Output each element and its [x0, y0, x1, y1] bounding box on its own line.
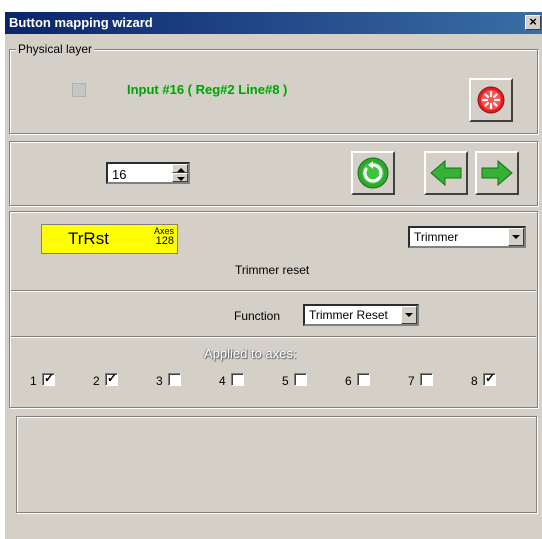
- axis-checkbox-5[interactable]: 5: [282, 373, 312, 389]
- checkbox[interactable]: [231, 373, 244, 386]
- axis-number-label: 7: [408, 374, 415, 388]
- wizard-window: Button mapping wizard × Physical layer I…: [5, 12, 542, 539]
- chevron-down-icon[interactable]: [508, 228, 524, 246]
- checkbox[interactable]: [42, 371, 55, 386]
- axis-checkbox-2[interactable]: 2: [93, 371, 123, 389]
- chevron-down-icon[interactable]: [401, 306, 417, 324]
- axis-number-label: 8: [471, 374, 478, 388]
- spinner-down-button[interactable]: [172, 173, 188, 182]
- axis-checkbox-6[interactable]: 6: [345, 373, 375, 389]
- axis-number-label: 6: [345, 374, 352, 388]
- type-select[interactable]: Trimmer: [408, 226, 526, 248]
- axis-number-label: 4: [219, 374, 226, 388]
- axis-number-label: 3: [156, 374, 163, 388]
- axis-checkbox-4[interactable]: 4: [219, 373, 249, 389]
- next-button[interactable]: [475, 151, 519, 195]
- red-burst-icon: [477, 86, 505, 114]
- green-right-arrow-icon: [481, 159, 513, 187]
- previous-button[interactable]: [424, 151, 468, 195]
- checkbox[interactable]: [168, 373, 181, 386]
- section-divider: [11, 290, 536, 292]
- axis-number-label: 5: [282, 374, 289, 388]
- title-bar[interactable]: Button mapping wizard ×: [5, 12, 542, 34]
- green-refresh-icon: [357, 157, 389, 189]
- axis-number-label: 1: [30, 374, 37, 388]
- applied-axes-label: Applied to axes:: [204, 346, 297, 361]
- function-select-value: Trimmer Reset: [309, 308, 388, 322]
- checkbox[interactable]: [483, 371, 496, 386]
- function-label: Function: [234, 309, 281, 323]
- refresh-button[interactable]: [351, 151, 395, 195]
- input-state-indicator: [72, 83, 86, 97]
- window-title: Button mapping wizard: [9, 15, 153, 30]
- spinner-up-button[interactable]: [172, 164, 188, 173]
- close-button[interactable]: ×: [525, 15, 541, 30]
- checkbox[interactable]: [357, 373, 370, 386]
- mapping-panel: TrRst Axes 128 Trimmer Trimmer reset Fun…: [9, 211, 538, 408]
- navigation-panel: 16: [9, 141, 538, 206]
- physical-layer-legend: Physical layer: [16, 42, 95, 56]
- button-tag: TrRst Axes 128: [41, 224, 178, 254]
- function-select[interactable]: Trimmer Reset: [303, 304, 419, 326]
- axis-number-label: 2: [93, 374, 100, 388]
- physical-layer-group: Physical layer Input #16 ( Reg#2 Line#8 …: [9, 42, 538, 134]
- section-divider: [11, 336, 536, 338]
- close-icon: ×: [529, 14, 537, 29]
- spinner-value: 16: [112, 167, 127, 182]
- input-info-text: Input #16 ( Reg#2 Line#8 ): [127, 82, 288, 97]
- input-number-spinner[interactable]: 16: [106, 162, 190, 184]
- checkbox[interactable]: [420, 373, 433, 386]
- status-panel: [16, 416, 537, 513]
- reset-input-button[interactable]: [469, 78, 513, 122]
- tag-text: TrRst: [68, 229, 109, 248]
- tag-axes-value: 128: [155, 235, 174, 247]
- mapping-description: Trimmer reset: [235, 263, 310, 277]
- axis-checkbox-7[interactable]: 7: [408, 373, 438, 389]
- checkbox[interactable]: [294, 373, 307, 386]
- axis-checkbox-3[interactable]: 3: [156, 373, 186, 389]
- axis-checkbox-1[interactable]: 1: [30, 371, 60, 389]
- green-left-arrow-icon: [430, 159, 462, 187]
- checkbox[interactable]: [105, 371, 118, 386]
- axis-checkbox-8[interactable]: 8: [471, 371, 501, 389]
- type-select-value: Trimmer: [414, 230, 459, 244]
